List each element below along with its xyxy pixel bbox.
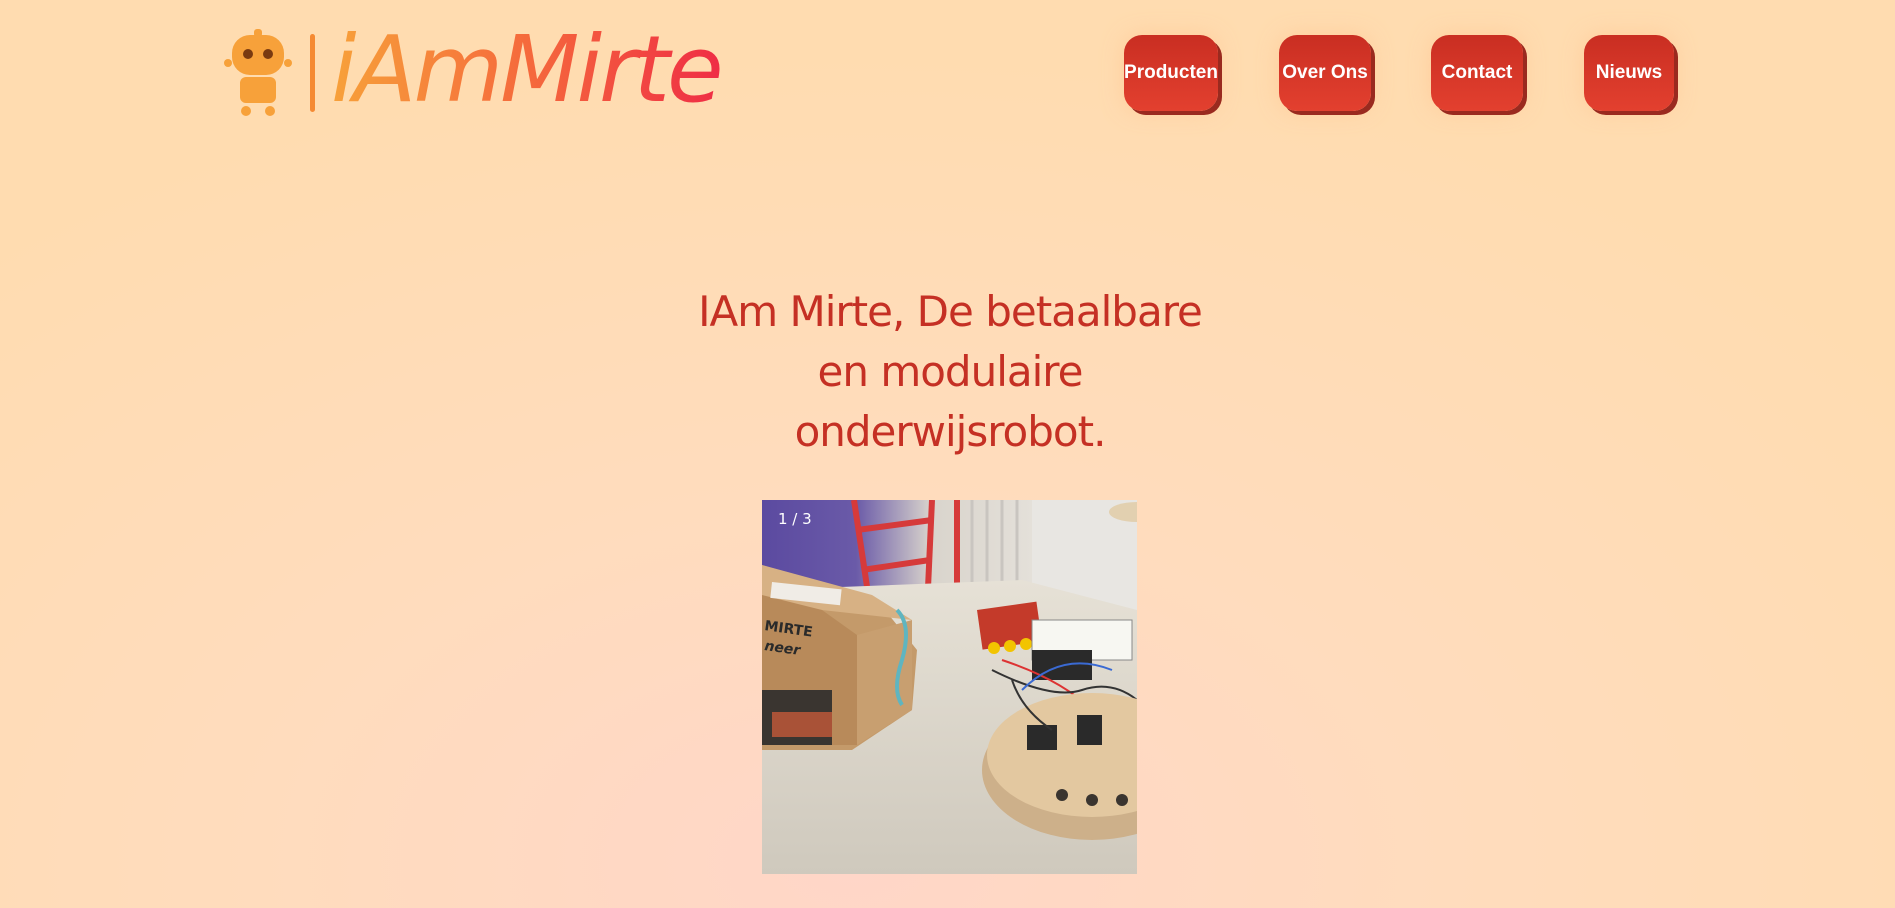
logo-wordmark: iAmMirte	[331, 16, 724, 123]
hero-title-line-3: onderwijsrobot.	[794, 407, 1107, 456]
robot-logo-icon	[224, 29, 292, 117]
product-slideshow[interactable]: 1 / 3 MIRTE neer	[762, 500, 1137, 874]
hero-title: IAm Mirte, De betaalbare en modulaire on…	[620, 282, 1280, 462]
nav-producten-button[interactable]: Producten	[1124, 35, 1218, 111]
logo-divider	[310, 34, 315, 112]
hero-title-line-2: en modulaire	[817, 347, 1084, 396]
slide-image: MIRTE neer	[762, 500, 1137, 874]
nav-over-ons-button[interactable]: Over Ons	[1279, 35, 1371, 111]
nav-contact-button[interactable]: Contact	[1431, 35, 1523, 111]
hero-title-line-1: IAm Mirte, De betaalbare	[698, 287, 1203, 336]
nav-nieuws-button[interactable]: Nieuws	[1584, 35, 1674, 111]
site-logo[interactable]: iAmMirte	[224, 24, 724, 118]
slide-counter: 1 / 3	[778, 510, 812, 528]
